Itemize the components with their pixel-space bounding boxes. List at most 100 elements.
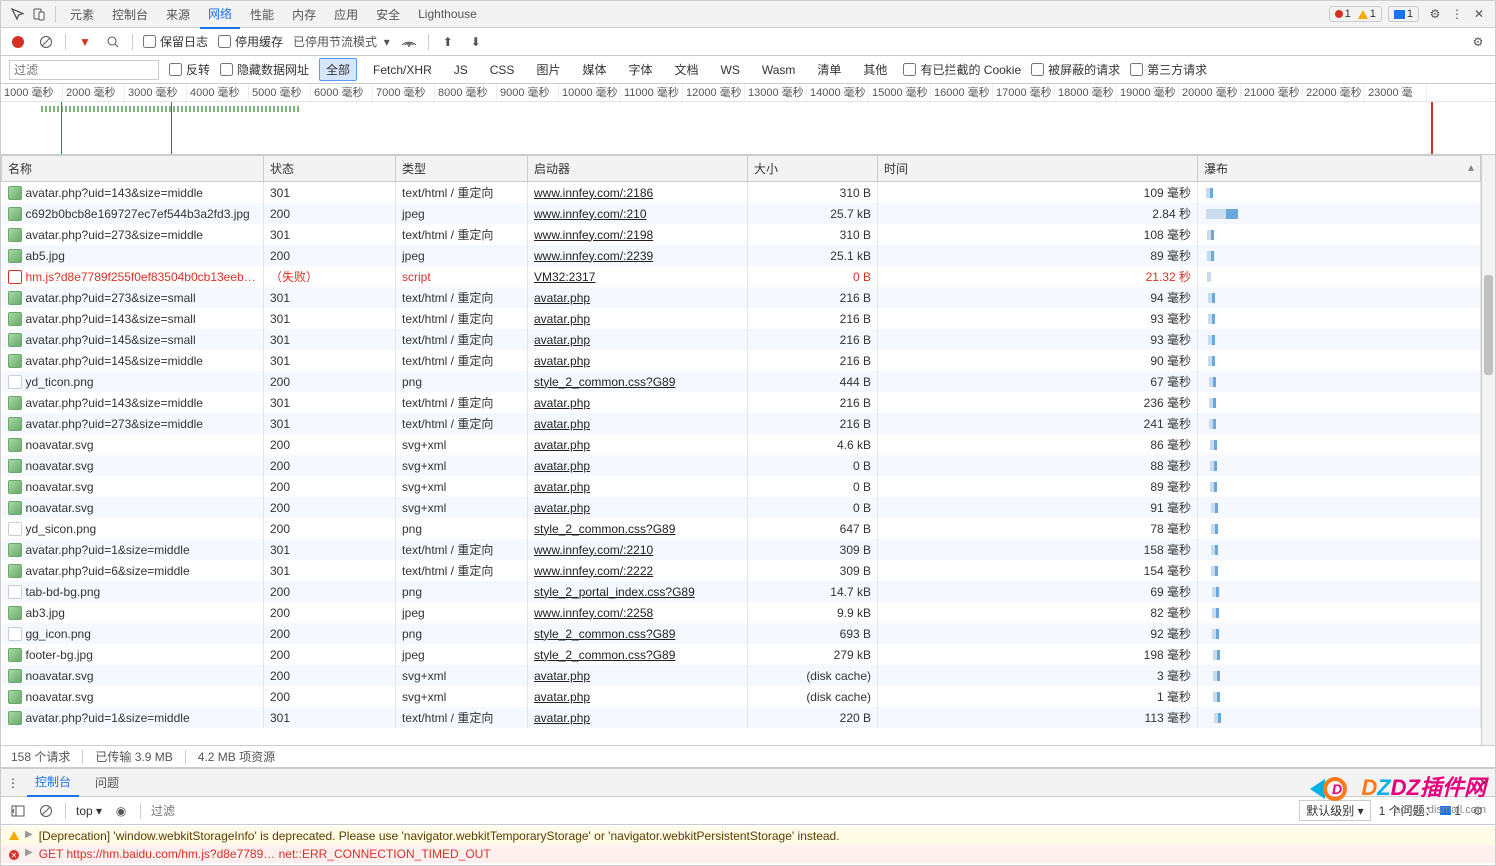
drawer-tab-issues[interactable]: 问题 — [87, 769, 127, 796]
network-row[interactable]: avatar.php?uid=143&size=middle301text/ht… — [2, 182, 1481, 204]
clear-button[interactable] — [37, 33, 55, 51]
tab-elements[interactable]: 元素 — [62, 1, 102, 28]
error-warn-badge[interactable]: 1 1 — [1329, 6, 1382, 22]
disable-cache-checkbox[interactable]: 停用缓存 — [218, 33, 283, 50]
initiator-link[interactable]: www.innfey.com/:2239 — [534, 249, 653, 263]
network-row[interactable]: noavatar.svg200svg+xmlavatar.php0 B89 毫秒 — [2, 476, 1481, 497]
upload-har-icon[interactable]: ⬆ — [439, 33, 457, 51]
context-selector[interactable]: top ▾ — [76, 804, 102, 818]
initiator-link[interactable]: avatar.php — [534, 480, 590, 494]
initiator-link[interactable]: style_2_common.css?G89 — [534, 522, 675, 536]
initiator-link[interactable]: avatar.php — [534, 291, 590, 305]
filter-media[interactable]: 媒体 — [576, 59, 612, 80]
tab-lighthouse[interactable]: Lighthouse — [410, 2, 485, 26]
initiator-link[interactable]: style_2_portal_index.css?G89 — [534, 585, 695, 599]
network-conditions-icon[interactable] — [400, 33, 418, 51]
filter-doc[interactable]: 文档 — [668, 59, 704, 80]
network-row[interactable]: avatar.php?uid=273&size=middle301text/ht… — [2, 413, 1481, 434]
tab-console[interactable]: 控制台 — [104, 1, 156, 28]
initiator-link[interactable]: avatar.php — [534, 333, 590, 347]
col-waterfall[interactable]: 瀑布 ▴ — [1198, 156, 1481, 182]
initiator-link[interactable]: VM32:2317 — [534, 270, 595, 284]
drawer-tab-console[interactable]: 控制台 — [27, 768, 79, 797]
network-row[interactable]: noavatar.svg200svg+xmlavatar.php0 B88 毫秒 — [2, 455, 1481, 476]
initiator-link[interactable]: style_2_common.css?G89 — [534, 627, 675, 641]
network-row[interactable]: avatar.php?uid=143&size=small301text/htm… — [2, 308, 1481, 329]
blocked-cookies-checkbox[interactable]: 有已拦截的 Cookie — [903, 61, 1021, 78]
network-row[interactable]: noavatar.svg200svg+xmlavatar.php(disk ca… — [2, 665, 1481, 686]
inspect-icon[interactable] — [7, 4, 27, 24]
settings-icon[interactable]: ⚙ — [1425, 4, 1445, 24]
console-error-line[interactable]: ✕ ▶ GET https://hm.baidu.com/hm.js?d8e77… — [1, 845, 1495, 863]
tab-application[interactable]: 应用 — [326, 1, 366, 28]
network-row[interactable]: hm.js?d8e7789f255f0ef83504b0cb13eebc0a（失… — [2, 266, 1481, 287]
tab-network[interactable]: 网络 — [200, 0, 240, 29]
network-row[interactable]: avatar.php?uid=145&size=middle301text/ht… — [2, 350, 1481, 371]
live-expression-icon[interactable]: ◉ — [112, 802, 130, 820]
issues-link[interactable]: 1 个问题： 1 — [1379, 802, 1461, 819]
network-row[interactable]: avatar.php?uid=273&size=middle301text/ht… — [2, 224, 1481, 245]
filter-ws[interactable]: WS — [715, 61, 746, 79]
network-row[interactable]: avatar.php?uid=143&size=middle301text/ht… — [2, 392, 1481, 413]
tab-performance[interactable]: 性能 — [242, 1, 282, 28]
network-row[interactable]: noavatar.svg200svg+xmlavatar.php(disk ca… — [2, 686, 1481, 707]
more-icon[interactable]: ⋮ — [1447, 4, 1467, 24]
initiator-link[interactable]: www.innfey.com/:2210 — [534, 543, 653, 557]
tab-memory[interactable]: 内存 — [284, 1, 324, 28]
network-row[interactable]: noavatar.svg200svg+xmlavatar.php4.6 kB86… — [2, 434, 1481, 455]
record-button[interactable] — [9, 33, 27, 51]
filter-other[interactable]: 其他 — [857, 59, 893, 80]
tab-security[interactable]: 安全 — [368, 1, 408, 28]
settings-icon[interactable]: ⚙ — [1469, 33, 1487, 51]
third-party-checkbox[interactable]: 第三方请求 — [1130, 61, 1207, 78]
initiator-link[interactable]: avatar.php — [534, 396, 590, 410]
filter-toggle-icon[interactable]: ▼ — [76, 33, 94, 51]
initiator-link[interactable]: www.innfey.com/:2198 — [534, 228, 653, 242]
hide-data-urls-checkbox[interactable]: 隐藏数据网址 — [220, 61, 309, 78]
col-name[interactable]: 名称 — [2, 156, 264, 182]
initiator-link[interactable]: avatar.php — [534, 690, 590, 704]
network-row[interactable]: ab5.jpg200jpegwww.innfey.com/:223925.1 k… — [2, 245, 1481, 266]
throttling-dropdown[interactable]: 已停用节流模式 ▾ — [293, 33, 390, 50]
filter-font[interactable]: 字体 — [622, 59, 658, 80]
network-row[interactable]: avatar.php?uid=145&size=small301text/htm… — [2, 329, 1481, 350]
filter-manifest[interactable]: 清单 — [811, 59, 847, 80]
console-warning-line[interactable]: ▶ [Deprecation] 'window.webkitStorageInf… — [1, 827, 1495, 845]
initiator-link[interactable]: avatar.php — [534, 438, 590, 452]
filter-js[interactable]: JS — [448, 61, 474, 79]
issues-badge[interactable]: 1 — [1388, 6, 1419, 22]
drawer-menu-icon[interactable]: ⋮ — [7, 776, 19, 790]
initiator-link[interactable]: www.innfey.com/:2222 — [534, 564, 653, 578]
network-row[interactable]: yd_ticon.png200pngstyle_2_common.css?G89… — [2, 371, 1481, 392]
initiator-link[interactable]: avatar.php — [534, 669, 590, 683]
network-row[interactable]: noavatar.svg200svg+xmlavatar.php0 B91 毫秒 — [2, 497, 1481, 518]
initiator-link[interactable]: avatar.php — [534, 501, 590, 515]
col-time[interactable]: 时间 — [878, 156, 1198, 182]
col-size[interactable]: 大小 — [748, 156, 878, 182]
filter-all[interactable]: 全部 — [319, 58, 357, 81]
filter-img[interactable]: 图片 — [530, 59, 566, 80]
filter-fetch[interactable]: Fetch/XHR — [367, 61, 438, 79]
initiator-link[interactable]: avatar.php — [534, 459, 590, 473]
network-row[interactable]: gg_icon.png200pngstyle_2_common.css?G896… — [2, 623, 1481, 644]
initiator-link[interactable]: style_2_common.css?G89 — [534, 648, 675, 662]
filter-input[interactable] — [9, 60, 159, 80]
initiator-link[interactable]: www.innfey.com/:2258 — [534, 606, 653, 620]
initiator-link[interactable]: style_2_common.css?G89 — [534, 375, 675, 389]
initiator-link[interactable]: avatar.php — [534, 312, 590, 326]
initiator-link[interactable]: avatar.php — [534, 354, 590, 368]
network-row[interactable]: avatar.php?uid=273&size=small301text/htm… — [2, 287, 1481, 308]
invert-checkbox[interactable]: 反转 — [169, 61, 210, 78]
device-icon[interactable] — [29, 4, 49, 24]
col-type[interactable]: 类型 — [396, 156, 528, 182]
console-filter-input[interactable] — [151, 804, 1289, 818]
console-settings-icon[interactable]: ⚙ — [1469, 802, 1487, 820]
network-row[interactable]: yd_sicon.png200pngstyle_2_common.css?G89… — [2, 518, 1481, 539]
network-row[interactable]: ab3.jpg200jpegwww.innfey.com/:22589.9 kB… — [2, 602, 1481, 623]
filter-css[interactable]: CSS — [484, 61, 521, 79]
network-row[interactable]: footer-bg.jpg200jpegstyle_2_common.css?G… — [2, 644, 1481, 665]
initiator-link[interactable]: www.innfey.com/:210 — [534, 207, 647, 221]
preserve-log-checkbox[interactable]: 保留日志 — [143, 33, 208, 50]
network-row[interactable]: c692b0bcb8e169727ec7ef544b3a2fd3.jpg200j… — [2, 203, 1481, 224]
tab-sources[interactable]: 来源 — [158, 1, 198, 28]
